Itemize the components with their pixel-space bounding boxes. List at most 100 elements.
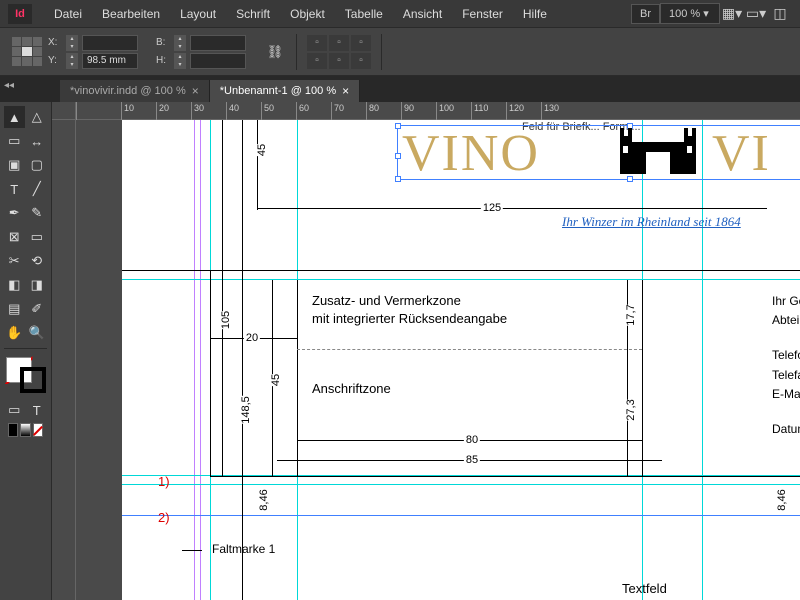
menu-bearbeiten[interactable]: Bearbeiten — [92, 3, 170, 25]
screen-mode-icon[interactable]: ▭▾ — [744, 4, 768, 24]
h-step-up[interactable]: ▴ — [174, 53, 186, 61]
zoom-level[interactable]: 100 % ▾ — [660, 3, 720, 24]
fill-stroke-icon[interactable] — [6, 357, 46, 393]
hand-tool[interactable]: ✋ — [4, 322, 25, 344]
menu-bar: Id Datei Bearbeiten Layout Schrift Objek… — [0, 0, 800, 28]
guide[interactable] — [122, 484, 800, 485]
guide[interactable] — [702, 120, 703, 600]
pencil-tool[interactable]: ✎ — [27, 202, 48, 224]
align-icon[interactable]: ▫ — [329, 53, 349, 69]
tagline-text: Ihr Winzer im Rheinland seit 1864 — [562, 214, 741, 230]
tab-unbenannt[interactable]: *Unbenannt-1 @ 100 % × — [210, 80, 360, 102]
align-icon[interactable]: ▫ — [307, 35, 327, 51]
dim-label: 8,46 — [774, 489, 790, 510]
vertical-ruler[interactable] — [52, 120, 76, 600]
logo-text: VI — [712, 124, 771, 183]
eyedropper-tool[interactable]: ✐ — [27, 298, 48, 320]
formatting-container-icon[interactable]: ▭ — [4, 399, 25, 421]
align-icons: ▫ ▫ ▫ ▫ ▫ ▫ — [307, 35, 371, 69]
margin-guide[interactable] — [200, 120, 201, 600]
document-page: Feld für Briefk... Form ... VINO VI Ih — [122, 120, 800, 600]
frame-line — [642, 280, 643, 476]
arrange-icon[interactable]: ◫ — [768, 4, 792, 24]
dim-label: 80 — [464, 434, 480, 446]
collapse-panels-icon[interactable]: ◂◂ — [4, 80, 14, 91]
constrain-icon[interactable]: ⛓ — [264, 41, 286, 63]
x-step-up[interactable]: ▴ — [66, 35, 78, 43]
frame-line — [210, 270, 211, 476]
gradient-feather-tool[interactable]: ◨ — [27, 274, 48, 296]
x-input[interactable] — [82, 35, 138, 51]
frame-line — [122, 270, 800, 271]
dim-label: 125 — [481, 202, 503, 214]
align-icon[interactable]: ▫ — [307, 53, 327, 69]
faltmarke-label: Faltmarke 1 — [212, 542, 275, 556]
menu-tabelle[interactable]: Tabelle — [335, 3, 393, 25]
align-icon[interactable]: ▫ — [351, 35, 371, 51]
formatting-text-icon[interactable]: T — [27, 399, 48, 421]
apply-color-swatch[interactable] — [8, 423, 18, 437]
dim-label: 20 — [244, 332, 260, 344]
zusatz-zone-label: Zusatz- und Vermerkzone mit integrierter… — [312, 292, 507, 328]
menu-layout[interactable]: Layout — [170, 3, 226, 25]
apply-none-swatch[interactable] — [33, 423, 43, 437]
ruler-origin[interactable] — [52, 102, 76, 120]
rectangle-tool[interactable]: ▭ — [27, 226, 48, 248]
page-tool[interactable]: ▭ — [4, 130, 25, 152]
align-icon[interactable]: ▫ — [351, 53, 371, 69]
menu-datei[interactable]: Datei — [44, 3, 92, 25]
pen-tool[interactable]: ✒ — [4, 202, 25, 224]
y-input[interactable] — [82, 53, 138, 69]
menu-objekt[interactable]: Objekt — [280, 3, 335, 25]
guide[interactable] — [122, 515, 800, 516]
margin-guide[interactable] — [194, 120, 195, 600]
view-options-icon[interactable]: ▦▾ — [720, 4, 744, 24]
selection-tool[interactable]: ▲ — [4, 106, 25, 128]
bridge-button[interactable]: Br — [631, 4, 660, 24]
x-step-down[interactable]: ▾ — [66, 43, 78, 51]
type-tool[interactable]: T — [4, 178, 25, 200]
apply-gradient-swatch[interactable] — [20, 423, 30, 437]
reference-point-icon[interactable] — [12, 37, 42, 67]
dim-label: 85 — [464, 454, 480, 466]
content-placer-tool[interactable]: ▢ — [27, 154, 48, 176]
align-icon[interactable]: ▫ — [329, 35, 349, 51]
app-logo-icon: Id — [8, 4, 32, 24]
rectangle-frame-tool[interactable]: ⊠ — [4, 226, 25, 248]
contact-block: Ihr Gesprä Abteilung: Telefon: 0 Telefax… — [772, 292, 800, 439]
menu-schrift[interactable]: Schrift — [226, 3, 280, 25]
menu-ansicht[interactable]: Ansicht — [393, 3, 452, 25]
canvas[interactable]: 10 20 30 40 50 60 70 80 90 100 110 120 1… — [52, 102, 800, 600]
w-input[interactable] — [190, 35, 246, 51]
y-step-up[interactable]: ▴ — [66, 53, 78, 61]
w-label: B: — [156, 37, 170, 48]
menu-fenster[interactable]: Fenster — [452, 3, 513, 25]
close-icon[interactable]: × — [342, 84, 349, 98]
tab-label: *vinovivir.indd @ 100 % — [70, 85, 186, 97]
gradient-swatch-tool[interactable]: ◧ — [4, 274, 25, 296]
gap-tool[interactable]: ↔ — [27, 130, 48, 152]
dim-line — [242, 120, 243, 600]
tab-vinovivir[interactable]: *vinovivir.indd @ 100 % × — [60, 80, 210, 102]
dim-label: 148,5 — [238, 396, 254, 424]
menu-hilfe[interactable]: Hilfe — [513, 3, 557, 25]
toolbox: ▲△ ▭↔ ▣▢ T╱ ✒✎ ⊠▭ ✂⟲ ◧◨ ▤✐ ✋🔍 ▭T — [0, 102, 52, 600]
h-input[interactable] — [190, 53, 246, 69]
transform-tool[interactable]: ⟲ — [27, 250, 48, 272]
w-step-up[interactable]: ▴ — [174, 35, 186, 43]
dim-line — [257, 120, 258, 210]
h-label: H: — [156, 55, 170, 66]
w-step-down[interactable]: ▾ — [174, 43, 186, 51]
horizontal-ruler[interactable]: 10 20 30 40 50 60 70 80 90 100 110 120 1… — [76, 102, 800, 120]
scissors-tool[interactable]: ✂ — [4, 250, 25, 272]
direct-selection-tool[interactable]: △ — [27, 106, 48, 128]
h-step-down[interactable]: ▾ — [174, 61, 186, 69]
close-icon[interactable]: × — [192, 84, 199, 98]
note-tool[interactable]: ▤ — [4, 298, 25, 320]
zoom-tool[interactable]: 🔍 — [27, 322, 48, 344]
fold-mark — [182, 550, 202, 551]
y-step-down[interactable]: ▾ — [66, 61, 78, 69]
logo-text: VINO — [402, 124, 540, 183]
content-collector-tool[interactable]: ▣ — [4, 154, 25, 176]
line-tool[interactable]: ╱ — [27, 178, 48, 200]
